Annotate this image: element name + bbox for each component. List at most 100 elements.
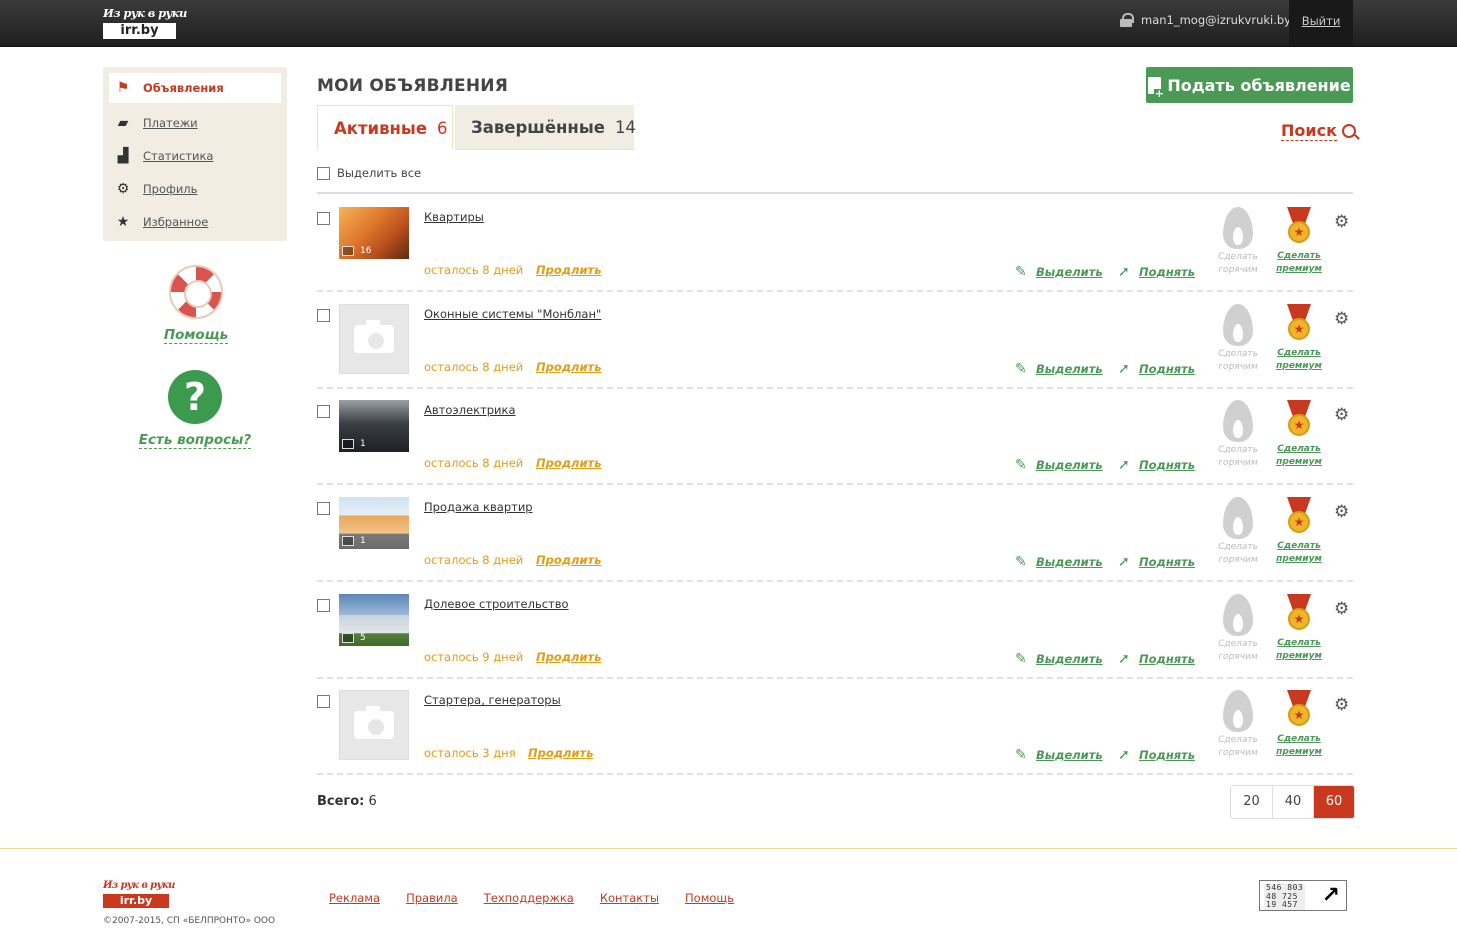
footer-link-contacts[interactable]: Контакты <box>600 891 659 905</box>
sidebar-item-favorites[interactable]: ★ Избранное <box>109 205 281 238</box>
footer-link-ads[interactable]: Реклама <box>329 891 380 905</box>
extend-link[interactable]: Продлить <box>536 650 601 664</box>
ad-title-link[interactable]: Продажа квартир <box>424 500 533 514</box>
add-document-icon <box>1148 76 1165 99</box>
highlight-label: Выделить <box>1036 265 1103 279</box>
raise-action[interactable]: ➚ Поднять <box>1118 748 1195 762</box>
make-hot-action[interactable]: Сделать горячим <box>1216 594 1260 664</box>
footer-link-rules[interactable]: Правила <box>406 891 458 905</box>
wallet-icon: ▰ <box>117 114 129 131</box>
help-link[interactable]: Помощь <box>163 327 229 344</box>
ad-title-link[interactable]: Долевое строительство <box>424 597 569 611</box>
page-size-option[interactable]: 40 <box>1272 786 1313 818</box>
highlight-action[interactable]: ✎ Выделить <box>1015 748 1103 762</box>
questions-link[interactable]: Есть вопросы? <box>138 432 252 449</box>
extend-link[interactable]: Продлить <box>536 456 601 470</box>
make-premium-action[interactable]: ★ Сделать премиум <box>1275 207 1323 276</box>
gear-icon[interactable]: ⚙ <box>1334 504 1349 521</box>
make-hot-action[interactable]: Сделать горячим <box>1216 207 1260 277</box>
extend-link[interactable]: Продлить <box>528 746 593 760</box>
logout-button[interactable]: Выйти <box>1289 0 1353 46</box>
sidebar-item-payments[interactable]: ▰ Платежи <box>109 106 281 139</box>
search-toggle[interactable]: Поиск <box>1281 121 1356 141</box>
tab-completed[interactable]: Завершённые 14 <box>455 105 636 150</box>
premium-label-1: Сделать <box>1277 348 1321 358</box>
gear-icon[interactable]: ⚙ <box>1334 601 1349 618</box>
raise-action[interactable]: ➚ Поднять <box>1118 362 1195 376</box>
hot-label-2: горячим <box>1218 362 1258 372</box>
help-block[interactable]: Помощь <box>140 265 252 344</box>
ad-title-link[interactable]: Стартера, генераторы <box>424 693 561 707</box>
highlight-action[interactable]: ✎ Выделить <box>1015 555 1103 569</box>
raise-label: Поднять <box>1139 458 1196 472</box>
ad-checkbox[interactable] <box>317 212 330 225</box>
make-hot-action[interactable]: Сделать горячим <box>1216 497 1260 567</box>
footer-link-help[interactable]: Помощь <box>685 891 734 905</box>
footer-logo-box: irr.by <box>103 894 169 908</box>
ad-remaining-days: осталось 8 дней <box>424 456 524 470</box>
make-hot-action[interactable]: Сделать горячим <box>1216 400 1260 470</box>
footer-links: Реклама Правила Техподдержка Контакты По… <box>329 891 734 905</box>
ad-checkbox[interactable] <box>317 405 330 418</box>
extend-link[interactable]: Продлить <box>536 263 601 277</box>
sidebar-item-label: Профиль <box>143 181 198 196</box>
highlight-action[interactable]: ✎ Выделить <box>1015 265 1103 279</box>
photo-count: 16 <box>360 246 372 256</box>
highlight-action[interactable]: ✎ Выделить <box>1015 652 1103 666</box>
tab-active[interactable]: Активные 6 <box>317 105 453 150</box>
photo-icon <box>342 439 354 449</box>
make-hot-action[interactable]: Сделать горячим <box>1216 690 1260 760</box>
gear-icon[interactable]: ⚙ <box>1334 697 1349 714</box>
ad-thumbnail[interactable]: 1 <box>339 497 409 549</box>
extend-link[interactable]: Продлить <box>536 553 601 567</box>
add-ad-button[interactable]: Подать объявление <box>1146 67 1353 103</box>
ad-row: 1 Продажа квартир осталось 8 дней Продли… <box>317 485 1353 582</box>
hot-label-1: Сделать <box>1218 735 1258 745</box>
footer-link-support[interactable]: Техподдержка <box>484 891 574 905</box>
highlight-action[interactable]: ✎ Выделить <box>1015 362 1103 376</box>
extend-link[interactable]: Продлить <box>536 360 601 374</box>
ad-title-link[interactable]: Автоэлектрика <box>424 403 516 417</box>
ad-checkbox[interactable] <box>317 309 330 322</box>
ad-checkbox[interactable] <box>317 599 330 612</box>
make-premium-action[interactable]: ★ Сделать премиум <box>1275 497 1323 566</box>
select-all[interactable]: Выделить все <box>317 166 421 180</box>
flag-icon: ⚑ <box>116 80 130 96</box>
sidebar-item-ads[interactable]: ⚑ Объявления <box>109 73 281 103</box>
gear-icon[interactable]: ⚙ <box>1334 407 1349 424</box>
ad-thumbnail[interactable]: 16 <box>339 207 409 259</box>
site-logo[interactable]: Из рук в руки irr.by <box>103 6 187 42</box>
visit-counter[interactable]: 546 803 48 725 19 457 ↗ <box>1259 880 1347 911</box>
make-premium-action[interactable]: ★ Сделать премиум <box>1275 400 1323 469</box>
ad-checkbox[interactable] <box>317 695 330 708</box>
make-hot-action[interactable]: Сделать горячим <box>1216 304 1260 374</box>
questions-block[interactable]: ? Есть вопросы? <box>130 370 260 449</box>
highlight-action[interactable]: ✎ Выделить <box>1015 458 1103 472</box>
gear-icon[interactable]: ⚙ <box>1334 214 1349 231</box>
make-premium-action[interactable]: ★ Сделать премиум <box>1275 690 1323 759</box>
ad-thumbnail[interactable]: 1 <box>339 400 409 452</box>
select-all-checkbox[interactable] <box>317 166 330 180</box>
make-premium-action[interactable]: ★ Сделать премиум <box>1275 594 1323 663</box>
no-photo-placeholder[interactable] <box>339 690 409 760</box>
make-premium-action[interactable]: ★ Сделать премиум <box>1275 304 1323 373</box>
footer-logo[interactable]: Из рук в руки irr.by <box>103 880 175 908</box>
gear-icon[interactable]: ⚙ <box>1334 311 1349 328</box>
raise-action[interactable]: ➚ Поднять <box>1118 652 1195 666</box>
sidebar-item-statistics[interactable]: ▟ Статистика <box>109 139 281 172</box>
premium-label-2: премиум <box>1276 457 1322 467</box>
ad-title-link[interactable]: Оконные системы "Монблан" <box>424 307 601 321</box>
page-size-option[interactable]: 20 <box>1231 786 1272 818</box>
raise-action[interactable]: ➚ Поднять <box>1118 458 1195 472</box>
camera-icon <box>354 706 394 739</box>
ad-checkbox[interactable] <box>317 502 330 515</box>
rocket-icon: ➚ <box>1118 361 1130 377</box>
raise-action[interactable]: ➚ Поднять <box>1118 555 1195 569</box>
photo-icon <box>342 633 354 643</box>
ad-title-link[interactable]: Квартиры <box>424 210 484 224</box>
page-size-option-selected[interactable]: 60 <box>1313 786 1354 818</box>
sidebar-item-profile[interactable]: ⚙ Профиль <box>109 172 281 205</box>
ad-thumbnail[interactable]: 5 <box>339 594 409 646</box>
raise-action[interactable]: ➚ Поднять <box>1118 265 1195 279</box>
no-photo-placeholder[interactable] <box>339 304 409 374</box>
